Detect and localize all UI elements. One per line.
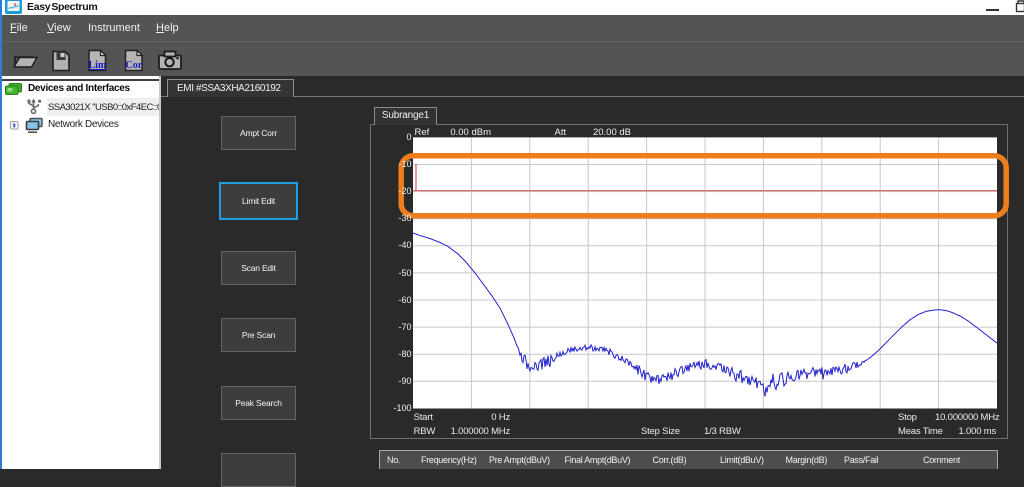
svg-text:Cor: Cor (126, 60, 143, 71)
svg-text:Lim: Lim (89, 60, 107, 71)
